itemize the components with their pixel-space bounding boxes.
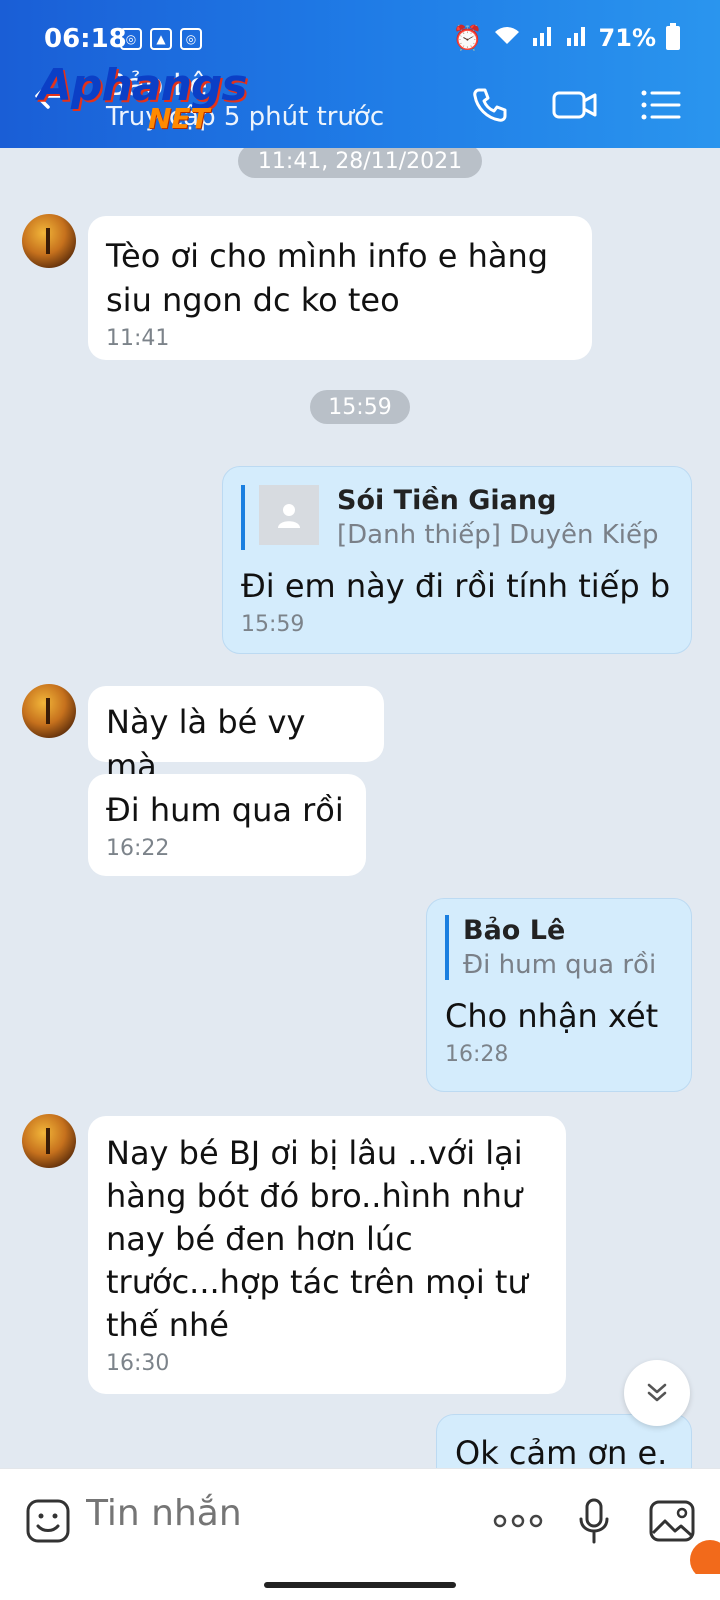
chat-area[interactable]: 11:41, 28/11/2021 Tèo ơi cho mình info e… [0, 148, 720, 1468]
microphone-icon [579, 1498, 609, 1544]
reply-quote[interactable]: Sói Tiền Giang [Danh thiếp] Duyên Kiếp [241, 485, 673, 550]
message-text: Ok cảm ơn e. [455, 1434, 668, 1468]
menu-button[interactable] [634, 80, 688, 130]
chat-header: Bảo Lê Truy cập 5 phút trước Aphangs NET [0, 60, 720, 148]
signal-icon [531, 24, 555, 52]
message-time: 16:22 [106, 836, 170, 861]
incoming-message[interactable]: Nay bé BJ ơi bị lâu ..với lại hàng bót đ… [88, 1116, 566, 1394]
home-gesture-handle[interactable] [264, 1582, 456, 1588]
messenger-notification-icon-2: ◎ [180, 28, 202, 50]
status-bar: 06:18 ◎ ▲ ◎ ⏰ 71% [0, 0, 720, 62]
date-separator-text: 11:41, 28/11/2021 [257, 148, 463, 174]
photo-button[interactable] [646, 1495, 698, 1547]
system-nav-bar [0, 1574, 720, 1600]
message-time: 16:30 [106, 1351, 170, 1376]
more-dots-icon [493, 1514, 543, 1528]
status-right: ⏰ 71% [452, 23, 680, 52]
quote-text: Đi hum qua rồi [463, 950, 657, 980]
video-camera-icon [552, 91, 597, 119]
alarm-icon: ⏰ [452, 24, 483, 52]
gallery-notification-icon: ▲ [150, 28, 172, 50]
sticker-icon [26, 1499, 70, 1543]
incoming-message[interactable]: Đi hum qua rồi 16:22 [88, 774, 366, 876]
date-separator: 11:41, 28/11/2021 [238, 148, 482, 178]
call-button[interactable] [462, 80, 516, 130]
scroll-to-bottom-button[interactable] [624, 1360, 690, 1426]
date-separator-text: 15:59 [328, 394, 392, 420]
contact-card-thumbnail [259, 485, 319, 545]
notification-icons: ◎ ▲ ◎ [120, 28, 202, 50]
quote-author: Sói Tiền Giang [337, 485, 557, 516]
video-call-button[interactable] [548, 80, 602, 130]
quote-author: Bảo Lê [463, 915, 566, 946]
incoming-message[interactable]: Tèo ơi cho mình info e hàng siu ngon dc … [88, 216, 592, 360]
avatar[interactable] [22, 214, 76, 268]
message-time: 11:41 [106, 326, 170, 351]
watermark-text: Aphangs [38, 60, 248, 111]
message-text: Đi em này đi rồi tính tiếp b [241, 567, 671, 605]
quote-text: [Danh thiếp] Duyên Kiếp [337, 520, 659, 550]
list-menu-icon [641, 90, 681, 120]
message-time: 15:59 [241, 612, 305, 637]
message-time: 16:28 [445, 1042, 509, 1067]
outgoing-message[interactable]: Sói Tiền Giang [Danh thiếp] Duyên Kiếp Đ… [222, 466, 692, 654]
reply-quote[interactable]: Bảo Lê Đi hum qua rồi [445, 915, 673, 980]
messenger-notification-icon: ◎ [120, 28, 142, 50]
emoji-button[interactable] [22, 1495, 74, 1547]
signal-icon-2 [565, 24, 589, 52]
avatar[interactable] [22, 684, 76, 738]
status-time: 06:18 [44, 24, 127, 54]
battery-icon [666, 23, 680, 50]
avatar[interactable] [22, 1114, 76, 1168]
outgoing-message[interactable]: Bảo Lê Đi hum qua rồi Cho nhận xét 16:28 [426, 898, 692, 1092]
voice-message-button[interactable] [568, 1495, 620, 1547]
incoming-message[interactable]: Này là bé vy mà [88, 686, 384, 785]
message-input-bar [0, 1468, 720, 1574]
image-gallery-icon [649, 1500, 695, 1542]
watermark-text-net: NET [148, 102, 210, 135]
wifi-icon [493, 24, 521, 52]
double-chevron-down-icon [647, 1383, 667, 1402]
message-text: Tèo ơi cho mình info e hàng siu ngon dc … [106, 237, 549, 319]
more-options-button[interactable] [488, 1495, 548, 1547]
date-separator: 15:59 [310, 390, 410, 424]
message-text: Đi hum qua rồi [106, 791, 344, 829]
message-input[interactable] [86, 1493, 446, 1534]
battery-level: 71% [598, 24, 656, 52]
phone-icon [473, 88, 507, 122]
message-text: Cho nhận xét [445, 997, 659, 1035]
person-placeholder-icon [278, 504, 300, 528]
message-text: Nay bé BJ ơi bị lâu ..với lại hàng bót đ… [106, 1134, 528, 1344]
watermark-logo: Aphangs NET [34, 60, 254, 142]
top-bar: 06:18 ◎ ▲ ◎ ⏰ 71% Bảo Lê Truy cập 5 phút… [0, 0, 720, 148]
